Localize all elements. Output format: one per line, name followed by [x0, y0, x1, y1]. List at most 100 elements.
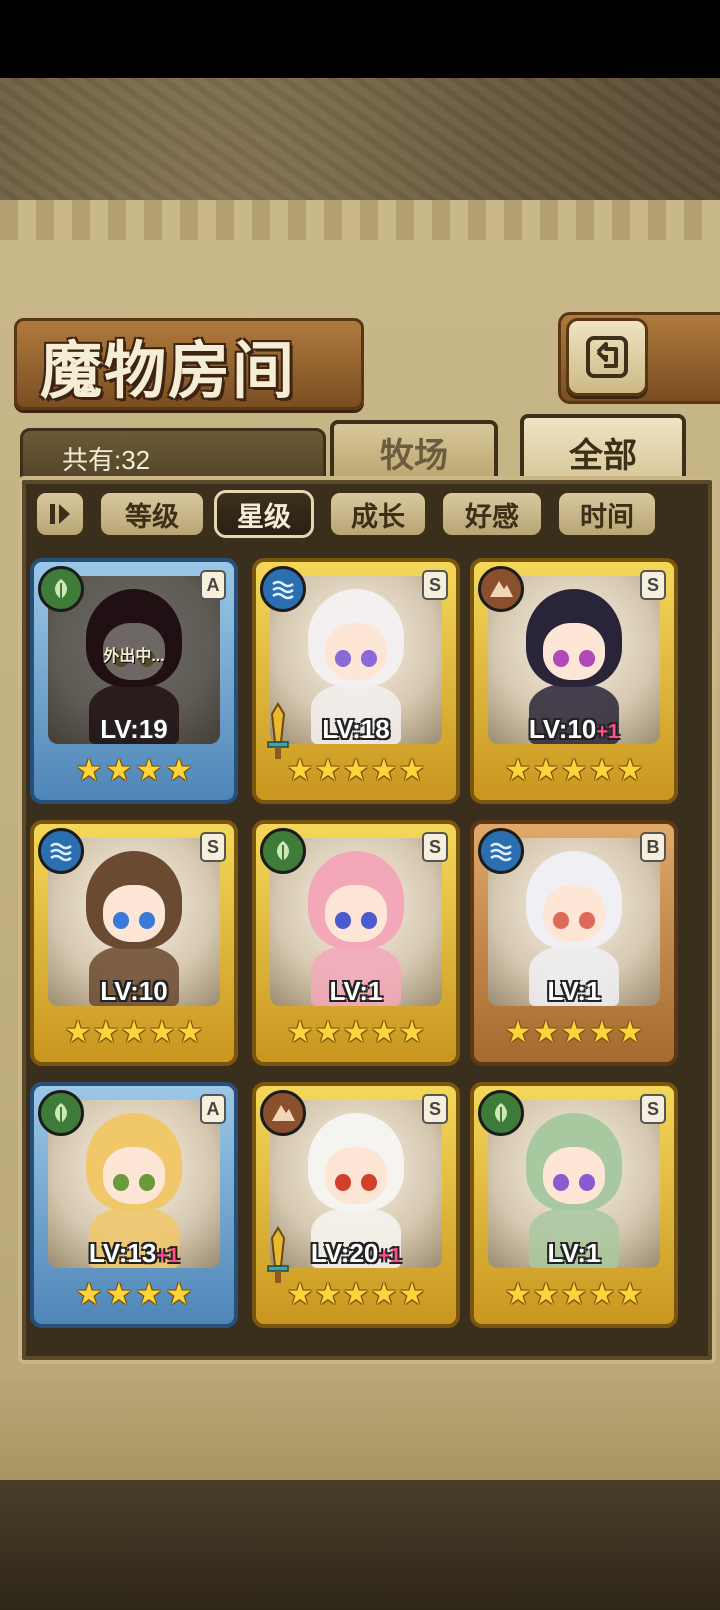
- star-icon: ★: [120, 1016, 148, 1049]
- star-icon: ★: [616, 1278, 644, 1311]
- water-element-icon: [50, 842, 72, 862]
- monster-card[interactable]: S LV:20+1 ★ ★ ★ ★ ★: [252, 1082, 460, 1328]
- star-icon: ★: [398, 1278, 426, 1311]
- star-icon: ★: [532, 754, 560, 787]
- rank-badge: A: [200, 570, 226, 600]
- star-icon: ★: [370, 1016, 398, 1049]
- level-label: LV:1: [547, 976, 601, 1006]
- star-rating: ★ ★ ★ ★ ★: [504, 1018, 644, 1056]
- status-bar: [0, 0, 720, 78]
- level-label: LV:19: [100, 714, 168, 744]
- sort-level-button[interactable]: 等级: [98, 490, 206, 538]
- sort-growth-button[interactable]: 成长: [328, 490, 428, 538]
- monster-count: 共有:32: [62, 445, 151, 475]
- star-icon: ★: [616, 1016, 644, 1049]
- star-icon: ★: [370, 1278, 398, 1311]
- water-element-badge: [478, 828, 524, 874]
- star-icon: ★: [342, 1016, 370, 1049]
- sort-order-icon: [50, 504, 70, 524]
- level-label: LV:10+1: [528, 714, 620, 744]
- tab-ranch[interactable]: 牧场: [330, 420, 498, 480]
- monster-card[interactable]: B LV:1 ★ ★ ★ ★ ★: [470, 820, 678, 1066]
- rank-badge: S: [640, 1094, 666, 1124]
- leaf-element-icon: [55, 579, 67, 599]
- back-button[interactable]: [566, 318, 648, 396]
- star-icon: ★: [560, 1016, 588, 1049]
- earth-element-badge: [478, 566, 524, 612]
- rank-badge: S: [422, 1094, 448, 1124]
- rank-badge: S: [200, 832, 226, 862]
- water-element-badge: [260, 566, 306, 612]
- star-icon: ★: [75, 754, 103, 787]
- monster-card[interactable]: S LV:18 ★ ★ ★ ★ ★: [252, 558, 460, 804]
- level-label: LV:1: [329, 976, 383, 1006]
- leaf-element-badge: [478, 1090, 524, 1136]
- page-title: 魔物房间: [40, 334, 297, 407]
- star-rating: ★ ★ ★ ★ ★: [64, 1018, 204, 1056]
- sort-bar: 等级 星级 成长 好感 时间: [30, 490, 700, 544]
- sort-affection-button[interactable]: 好感: [440, 490, 544, 538]
- monster-card[interactable]: S LV:1 ★ ★ ★ ★ ★: [470, 1082, 678, 1328]
- star-icon: ★: [342, 754, 370, 787]
- star-rating: ★ ★ ★ ★ ★: [504, 1280, 644, 1318]
- star-icon: ★: [616, 754, 644, 787]
- monster-card-grid: A 外出中... LV:19 ★ ★ ★ ★ S LV:18 ★ ★ ★ ★ ★ S LV:10+1 ★ ★ ★ ★ ★…: [30, 558, 702, 1334]
- monster-card[interactable]: S LV:10+1 ★ ★ ★ ★ ★: [470, 558, 678, 804]
- star-icon: ★: [165, 754, 193, 787]
- star-icon: ★: [532, 1278, 560, 1311]
- rank-badge: S: [640, 570, 666, 600]
- star-icon: ★: [588, 754, 616, 787]
- star-rating: ★ ★ ★ ★ ★: [286, 1280, 426, 1318]
- sort-time-button[interactable]: 时间: [556, 490, 658, 538]
- panel-bottom-edge: [0, 1380, 720, 1480]
- monster-card[interactable]: S LV:10 ★ ★ ★ ★ ★: [30, 820, 238, 1066]
- star-icon: ★: [588, 1278, 616, 1311]
- earth-element-icon: [490, 581, 513, 597]
- star-icon: ★: [75, 1278, 103, 1311]
- star-icon: ★: [398, 1016, 426, 1049]
- water-element-icon: [272, 580, 294, 600]
- star-icon: ★: [504, 1016, 532, 1049]
- leaf-element-badge: [38, 1090, 84, 1136]
- monster-card[interactable]: S LV:1 ★ ★ ★ ★ ★: [252, 820, 460, 1066]
- leaf-element-icon: [495, 1103, 507, 1123]
- level-label: LV:10: [100, 976, 168, 1006]
- star-rating: ★ ★ ★ ★ ★: [504, 756, 644, 794]
- star-icon: ★: [532, 1016, 560, 1049]
- star-icon: ★: [135, 1278, 163, 1311]
- star-icon: ★: [105, 754, 133, 787]
- star-rating: ★ ★ ★ ★: [74, 1280, 194, 1318]
- rank-badge: B: [640, 832, 666, 862]
- earth-element-badge: [260, 1090, 306, 1136]
- level-bonus: +1: [378, 1245, 402, 1267]
- leaf-element-icon: [277, 841, 289, 861]
- level-label: LV:20+1: [310, 1238, 402, 1268]
- star-icon: ★: [176, 1016, 204, 1049]
- star-icon: ★: [504, 754, 532, 787]
- star-icon: ★: [560, 1278, 588, 1311]
- star-icon: ★: [314, 754, 342, 787]
- star-icon: ★: [560, 754, 588, 787]
- rank-badge: A: [200, 1094, 226, 1124]
- leaf-element-badge: [260, 828, 306, 874]
- star-icon: ★: [588, 1016, 616, 1049]
- leaf-element-badge: [38, 566, 84, 612]
- water-element-badge: [38, 828, 84, 874]
- star-icon: ★: [314, 1016, 342, 1049]
- star-rating: ★ ★ ★ ★ ★: [286, 1018, 426, 1056]
- return-arrow-icon: [586, 336, 628, 378]
- star-icon: ★: [105, 1278, 133, 1311]
- sort-star-button[interactable]: 星级: [214, 490, 314, 538]
- star-icon: ★: [314, 1278, 342, 1311]
- star-rating: ★ ★ ★ ★ ★: [286, 756, 426, 794]
- monster-card[interactable]: A 外出中... LV:19 ★ ★ ★ ★: [30, 558, 238, 804]
- away-status-label: 外出中...: [103, 648, 165, 665]
- star-icon: ★: [148, 1016, 176, 1049]
- sort-order-toggle-button[interactable]: [34, 490, 86, 538]
- star-icon: ★: [504, 1278, 532, 1311]
- star-icon: ★: [135, 754, 163, 787]
- star-icon: ★: [286, 754, 314, 787]
- star-icon: ★: [398, 754, 426, 787]
- star-icon: ★: [286, 1016, 314, 1049]
- monster-card[interactable]: A LV:13+1 ★ ★ ★ ★: [30, 1082, 238, 1328]
